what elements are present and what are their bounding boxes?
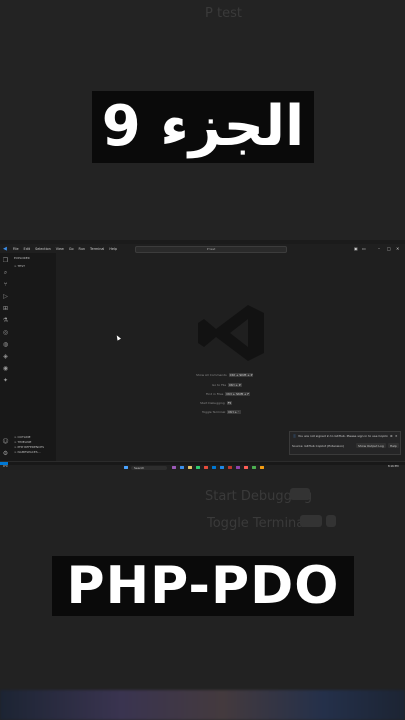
manage-gear-icon[interactable]: ⚙ xyxy=(2,450,9,457)
windows-start-icon[interactable] xyxy=(124,465,128,470)
app-icon[interactable] xyxy=(244,465,248,470)
app-icon[interactable] xyxy=(260,465,264,470)
shortcut-toggle-terminal: Toggle Terminal Ctrl + ` xyxy=(202,410,241,414)
shortcut-label: Go to File xyxy=(212,383,227,387)
notification-settings-icon[interactable]: ⚙ xyxy=(390,434,393,438)
shortcut-keys: F5 xyxy=(226,401,233,405)
edge-icon[interactable] xyxy=(212,465,216,470)
clock[interactable]: 8:16 PM xyxy=(388,465,398,468)
app-icon[interactable] xyxy=(228,465,232,470)
background-blur-chip xyxy=(290,488,310,500)
menu-go[interactable]: Go xyxy=(69,247,74,251)
menu-run[interactable]: Run xyxy=(79,247,86,251)
vscode-icon: ◀ xyxy=(3,245,7,252)
extensions-icon[interactable]: ⊞ xyxy=(2,305,9,312)
copilot-icon[interactable]: ✦ xyxy=(2,377,9,384)
app-icon[interactable] xyxy=(180,465,184,470)
menu-selection[interactable]: Selection xyxy=(35,247,51,251)
menu-file[interactable]: File xyxy=(13,247,19,251)
menu-edit[interactable]: Edit xyxy=(24,247,31,251)
background-blur-chip xyxy=(300,515,322,527)
taskbar-search[interactable]: Search xyxy=(131,465,167,470)
file-explorer-icon[interactable] xyxy=(188,465,192,470)
sidebar-php-references[interactable]: > PHP REFERENCES xyxy=(14,445,44,449)
source-control-icon[interactable]: ⑂ xyxy=(2,281,9,288)
shortcut-show-all-commands: Show All Commands Ctrl + Shift + P xyxy=(196,373,254,377)
editor-area[interactable]: Show All Commands Ctrl + Shift + P Go to… xyxy=(56,253,405,461)
explorer-folder[interactable]: > TEST xyxy=(14,264,25,268)
app-icon[interactable] xyxy=(204,465,208,470)
shortcut-start-debugging: Start Debugging F5 xyxy=(200,401,233,405)
vscode-taskbar-icon[interactable] xyxy=(220,465,224,470)
database-icon[interactable]: ◍ xyxy=(2,341,9,348)
docker-icon[interactable]: ◈ xyxy=(2,353,9,360)
blurred-taskbar xyxy=(0,690,405,720)
notification-close-icon[interactable]: ✕ xyxy=(395,434,398,438)
shortcut-keys: Ctrl + ` xyxy=(227,410,241,414)
background-blur-item: Toggle Terminal xyxy=(207,516,308,531)
account-icon[interactable]: ☺ xyxy=(2,438,9,445)
shortcut-label: Show All Commands xyxy=(196,373,227,377)
shortcut-label: Find in Files xyxy=(206,392,224,396)
app-icon[interactable] xyxy=(236,465,240,470)
arabic-title: الجزء 9 xyxy=(92,91,314,163)
panel-icon[interactable]: ▭ xyxy=(362,246,366,251)
explorer-title: EXPLORER xyxy=(14,256,30,260)
weather-text[interactable]: 9°C xyxy=(3,465,8,468)
sidebar: EXPLORER > TEST > OUTLINE > TIMELINE > P… xyxy=(11,253,57,461)
shortcut-label: Toggle Terminal xyxy=(202,410,226,414)
notification-message: You are not signed in to GitHub. Please … xyxy=(298,434,388,438)
notification-source: Source: GitHub Copilot (Extension) xyxy=(292,444,345,448)
shortcut-label: Start Debugging xyxy=(200,401,225,405)
copilot-notification: ⓘ You are not signed in to GitHub. Pleas… xyxy=(289,431,401,455)
explorer-icon[interactable]: ❐ xyxy=(2,257,9,264)
info-icon: ⓘ xyxy=(293,434,297,438)
app-icon[interactable] xyxy=(172,465,176,470)
maximize-icon[interactable]: □ xyxy=(387,246,391,251)
sidebar-outline[interactable]: > OUTLINE xyxy=(14,435,31,439)
vscode-watermark-logo xyxy=(198,305,264,361)
layout-icon[interactable]: ▣ xyxy=(354,246,358,251)
app-icon[interactable] xyxy=(252,465,256,470)
sidebar-timeline[interactable]: > TIMELINE xyxy=(14,440,31,444)
remote-icon[interactable]: ◎ xyxy=(2,329,9,336)
background-search-text: P test xyxy=(205,6,242,21)
sidebar-namespaces[interactable]: > NAMESPACES... xyxy=(14,450,41,454)
vscode-screenshot: ◀ File Edit Selection View Go Run Termin… xyxy=(0,244,405,470)
background-blur-chip xyxy=(326,515,336,527)
shortcut-keys: Ctrl + P xyxy=(228,383,242,387)
run-debug-icon[interactable]: ▷ xyxy=(2,293,9,300)
command-center-search[interactable]: P test xyxy=(135,246,287,253)
close-icon[interactable]: ✕ xyxy=(396,246,399,251)
shortcut-go-to-file: Go to File Ctrl + P xyxy=(212,383,242,387)
shortcut-keys: Ctrl + Shift + P xyxy=(228,373,254,377)
menu-terminal[interactable]: Terminal xyxy=(90,247,104,251)
show-output-button[interactable]: Show Output Log xyxy=(356,443,386,448)
menu-view[interactable]: View xyxy=(56,247,64,251)
shortcut-find-in-files: Find in Files Ctrl + Shift + F xyxy=(206,392,251,396)
minimize-icon[interactable]: – xyxy=(378,246,380,251)
shortcut-keys: Ctrl + Shift + F xyxy=(225,392,251,396)
testing-icon[interactable]: ⚗ xyxy=(2,317,9,324)
search-icon[interactable]: ⌕ xyxy=(2,269,9,276)
app-icon[interactable] xyxy=(196,465,200,470)
github-icon[interactable]: ◉ xyxy=(2,365,9,372)
menu-help[interactable]: Help xyxy=(109,247,117,251)
help-button[interactable]: Help xyxy=(388,443,399,448)
bottom-title: PHP-PDO xyxy=(52,556,354,616)
